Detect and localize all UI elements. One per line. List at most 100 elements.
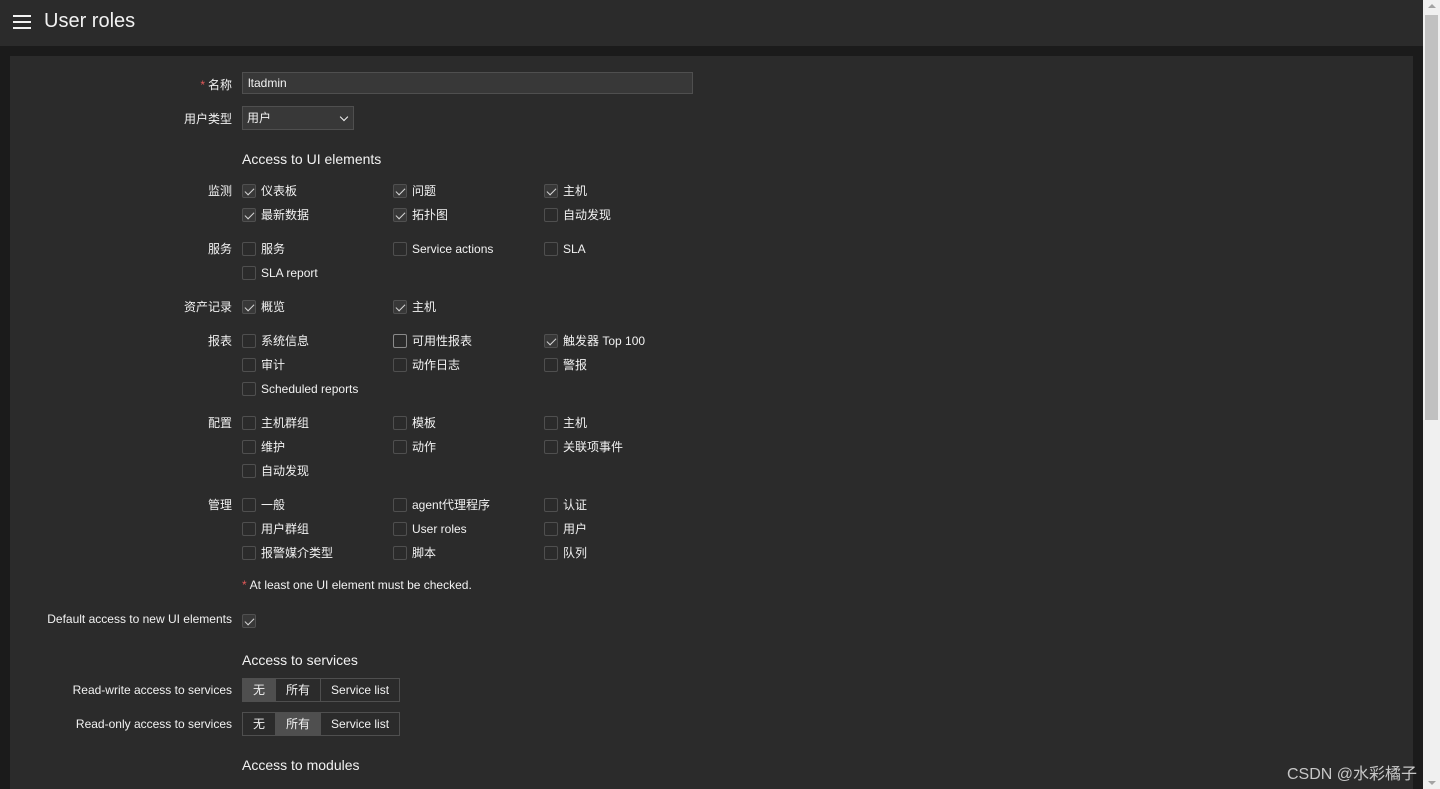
checkbox-admin-user-roles[interactable]: User roles bbox=[393, 518, 467, 536]
default-access-checkbox[interactable] bbox=[242, 610, 256, 628]
checkbox-config-discovery[interactable]: 自动发现 bbox=[242, 460, 309, 478]
checkbox[interactable] bbox=[393, 521, 407, 536]
scroll-up-arrow-icon[interactable] bbox=[1428, 4, 1436, 8]
rw-option-service-list[interactable]: Service list bbox=[321, 679, 400, 701]
checkbox[interactable] bbox=[544, 207, 558, 222]
checkbox[interactable] bbox=[544, 241, 558, 256]
checkbox[interactable] bbox=[393, 333, 407, 348]
checkbox-inventory-hosts[interactable]: 主机 bbox=[393, 296, 436, 314]
checkbox[interactable] bbox=[242, 333, 256, 348]
checkbox-config-host-groups[interactable]: 主机群组 bbox=[242, 412, 309, 430]
watermark: CSDN @水彩橘子 bbox=[1287, 766, 1418, 783]
checkbox-services-services[interactable]: 服务 bbox=[242, 238, 285, 256]
checkbox-admin-media-types[interactable]: 报警媒介类型 bbox=[242, 542, 333, 560]
ro-services-label: Read-only access to services bbox=[75, 717, 232, 731]
checkbox[interactable] bbox=[393, 439, 407, 454]
checkbox-reports-action-log[interactable]: 动作日志 bbox=[393, 354, 460, 372]
checkbox[interactable] bbox=[242, 545, 256, 560]
group-label-monitor: 监测 bbox=[207, 184, 232, 198]
checkbox-admin-authentication[interactable]: 认证 bbox=[544, 494, 587, 512]
ro-option-none[interactable]: 无 bbox=[243, 713, 277, 735]
checkbox[interactable] bbox=[242, 497, 256, 512]
checkbox-admin-scripts[interactable]: 脚本 bbox=[393, 542, 436, 560]
name-input[interactable]: ltadmin bbox=[242, 72, 693, 94]
checkbox-monitor-discovery[interactable]: 自动发现 bbox=[544, 204, 611, 222]
checkbox[interactable] bbox=[242, 207, 256, 222]
checkbox-services-actions[interactable]: Service actions bbox=[393, 238, 493, 256]
checkbox[interactable] bbox=[393, 241, 407, 256]
checkbox-config-actions[interactable]: 动作 bbox=[393, 436, 436, 454]
checkbox-monitor-dashboard[interactable]: 仪表板 bbox=[242, 180, 297, 198]
checkbox-monitor-hosts[interactable]: 主机 bbox=[544, 180, 587, 198]
checkbox[interactable] bbox=[242, 613, 256, 628]
user-type-select[interactable]: 用户 bbox=[242, 106, 354, 130]
checkbox-reports-availability[interactable]: 可用性报表 bbox=[393, 330, 472, 348]
default-access-label: Default access to new UI elements bbox=[47, 612, 232, 626]
checkbox[interactable] bbox=[242, 265, 256, 280]
checkbox-config-maintenance[interactable]: 维护 bbox=[242, 436, 285, 454]
checkbox-monitor-maps[interactable]: 拓扑图 bbox=[393, 204, 448, 222]
group-label-inventory: 资产记录 bbox=[183, 300, 232, 314]
checkbox-monitor-problems[interactable]: 问题 bbox=[393, 180, 436, 198]
scroll-thumb[interactable] bbox=[1425, 15, 1438, 420]
checkbox[interactable] bbox=[544, 439, 558, 454]
checkbox[interactable] bbox=[242, 439, 256, 454]
checkbox[interactable] bbox=[393, 299, 407, 314]
checkbox[interactable] bbox=[242, 463, 256, 478]
vertical-scrollbar[interactable] bbox=[1423, 0, 1440, 789]
checkbox-reports-top-triggers[interactable]: 触发器 Top 100 bbox=[544, 330, 645, 348]
checkbox[interactable] bbox=[544, 415, 558, 430]
checkbox-services-sla-report[interactable]: SLA report bbox=[242, 262, 318, 280]
checkbox[interactable] bbox=[544, 183, 558, 198]
checkbox-services-sla[interactable]: SLA bbox=[544, 238, 586, 256]
checkbox[interactable] bbox=[242, 183, 256, 198]
name-label: * 名称 bbox=[200, 78, 232, 92]
checkbox-config-templates[interactable]: 模板 bbox=[393, 412, 436, 430]
checkbox[interactable] bbox=[544, 333, 558, 348]
checkbox[interactable] bbox=[544, 545, 558, 560]
checkbox-reports-scheduled[interactable]: Scheduled reports bbox=[242, 378, 358, 396]
chevron-down-icon bbox=[339, 112, 349, 122]
checkbox-reports-audit[interactable]: 审计 bbox=[242, 354, 285, 372]
checkbox[interactable] bbox=[393, 183, 407, 198]
group-label-config: 配置 bbox=[207, 416, 232, 430]
checkbox-admin-proxies[interactable]: agent代理程序 bbox=[393, 494, 490, 512]
group-label-services: 服务 bbox=[207, 242, 232, 256]
rw-option-none[interactable]: 无 bbox=[243, 679, 277, 701]
checkbox[interactable] bbox=[393, 207, 407, 222]
checkbox-admin-users[interactable]: 用户 bbox=[544, 518, 587, 536]
checkbox-admin-user-groups[interactable]: 用户群组 bbox=[242, 518, 309, 536]
ro-option-all[interactable]: 所有 bbox=[276, 713, 322, 735]
checkbox[interactable] bbox=[393, 545, 407, 560]
checkbox-config-hosts[interactable]: 主机 bbox=[544, 412, 587, 430]
checkbox[interactable] bbox=[242, 415, 256, 430]
scroll-down-arrow-icon[interactable] bbox=[1428, 781, 1436, 785]
user-role-form: * 名称 ltadmin 用户类型 用户 Access to UI element… bbox=[10, 56, 1413, 789]
hamburger-menu-icon[interactable] bbox=[13, 15, 31, 29]
checkbox-reports-system-info[interactable]: 系统信息 bbox=[242, 330, 309, 348]
checkbox-admin-queue[interactable]: 队列 bbox=[544, 542, 587, 560]
checkbox-config-event-correlation[interactable]: 关联项事件 bbox=[544, 436, 623, 454]
checkbox[interactable] bbox=[242, 381, 256, 396]
group-label-admin: 管理 bbox=[207, 498, 232, 512]
checkbox[interactable] bbox=[544, 521, 558, 536]
checkbox[interactable] bbox=[242, 299, 256, 314]
checkbox[interactable] bbox=[393, 357, 407, 372]
checkbox-reports-alerts[interactable]: 警报 bbox=[544, 354, 587, 372]
checkbox[interactable] bbox=[393, 415, 407, 430]
checkbox[interactable] bbox=[544, 497, 558, 512]
checkbox[interactable] bbox=[544, 357, 558, 372]
ro-services-radio-group[interactable]: 无 所有 Service list bbox=[242, 712, 401, 736]
checkbox[interactable] bbox=[242, 357, 256, 372]
checkbox-inventory-overview[interactable]: 概览 bbox=[242, 296, 285, 314]
checkbox[interactable] bbox=[242, 241, 256, 256]
rw-option-all[interactable]: 所有 bbox=[276, 679, 322, 701]
ui-elements-hint: * At least one UI element must be checked… bbox=[242, 578, 472, 592]
checkbox-monitor-latest-data[interactable]: 最新数据 bbox=[242, 204, 309, 222]
checkbox-admin-general[interactable]: 一般 bbox=[242, 494, 285, 512]
rw-services-radio-group[interactable]: 无 所有 Service list bbox=[242, 678, 401, 702]
checkbox[interactable] bbox=[393, 497, 407, 512]
ro-option-service-list[interactable]: Service list bbox=[321, 713, 400, 735]
ui-elements-section-title: Access to UI elements bbox=[242, 151, 382, 167]
checkbox[interactable] bbox=[242, 521, 256, 536]
